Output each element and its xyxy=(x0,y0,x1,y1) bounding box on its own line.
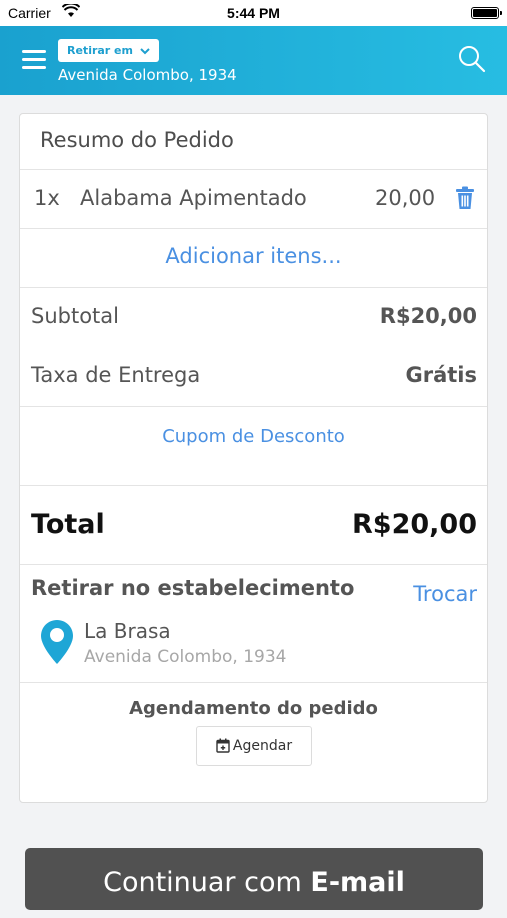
discount-coupon-link[interactable]: Cupom de Desconto xyxy=(20,426,487,447)
calendar-plus-icon xyxy=(216,738,230,753)
divider xyxy=(20,228,487,229)
continue-with-email-button[interactable]: Continuar com E-mail xyxy=(25,848,483,910)
item-quantity: 1x xyxy=(34,186,60,210)
store-name: La Brasa xyxy=(84,619,171,643)
header-address: Avenida Colombo, 1934 xyxy=(58,66,237,84)
item-price: 20,00 xyxy=(375,186,436,210)
order-summary-title: Resumo do Pedido xyxy=(40,128,234,152)
map-pin-icon xyxy=(41,620,73,664)
continue-button-prefix: Continuar com xyxy=(103,867,302,898)
schedule-title: Agendamento do pedido xyxy=(129,698,378,719)
trash-icon[interactable] xyxy=(454,186,476,210)
pickup-mode-button[interactable]: Retirar em xyxy=(58,39,159,62)
divider xyxy=(20,406,487,407)
continue-button-emphasis: E-mail xyxy=(310,867,405,898)
item-name: Alabama Apimentado xyxy=(80,186,307,210)
clock: 5:44 PM xyxy=(227,5,280,21)
status-bar: Carrier 5:44 PM xyxy=(0,0,507,26)
divider xyxy=(20,169,487,170)
total-value: R$20,00 xyxy=(352,509,477,540)
divider xyxy=(20,682,487,683)
schedule-button-label: Agendar xyxy=(232,738,293,754)
divider xyxy=(20,485,487,486)
schedule-button[interactable]: Agendar xyxy=(196,726,312,766)
total-label: Total xyxy=(31,509,105,540)
delivery-fee-value: Grátis xyxy=(405,363,477,387)
pickup-mode-label: Retirar em xyxy=(67,44,133,57)
pickup-title: Retirar no estabelecimento xyxy=(31,576,355,600)
divider xyxy=(20,564,487,565)
battery-icon xyxy=(471,7,502,19)
subtotal-label: Subtotal xyxy=(31,304,119,328)
menu-icon[interactable] xyxy=(22,50,46,70)
order-summary-card: Resumo do Pedido 1x Alabama Apimentado 2… xyxy=(19,113,488,803)
chevron-down-icon xyxy=(140,48,150,55)
divider xyxy=(20,287,487,288)
delivery-fee-label: Taxa de Entrega xyxy=(31,363,201,387)
subtotal-value: R$20,00 xyxy=(379,304,477,328)
change-store-link[interactable]: Trocar xyxy=(413,582,477,606)
search-icon[interactable] xyxy=(457,44,487,74)
store-address: Avenida Colombo, 1934 xyxy=(84,647,287,667)
app-header: Retirar em Avenida Colombo, 1934 xyxy=(0,26,507,95)
add-items-link[interactable]: Adicionar itens... xyxy=(20,244,487,268)
